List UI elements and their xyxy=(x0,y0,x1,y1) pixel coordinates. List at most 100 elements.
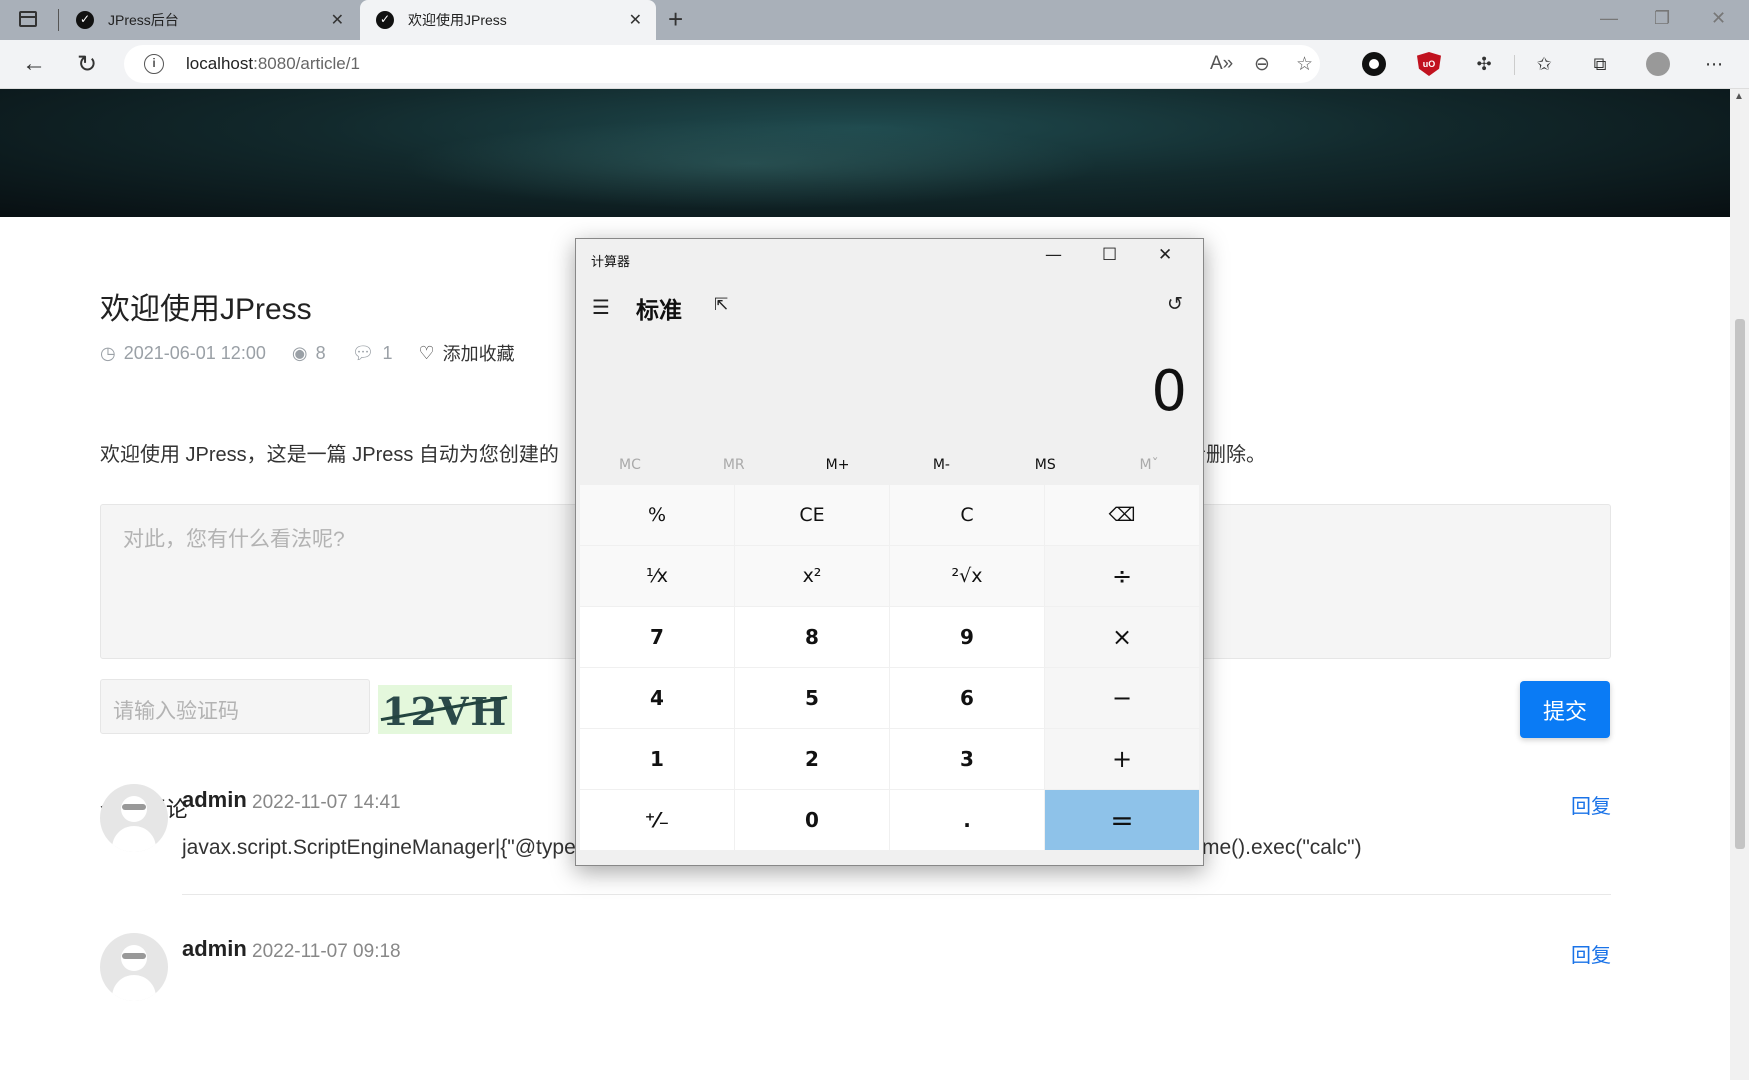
scroll-up-icon[interactable]: ▲ xyxy=(1734,91,1744,102)
article-date: ◷ 2021-06-01 12:00 xyxy=(100,342,266,363)
restore-window-icon[interactable]: ❐ xyxy=(1654,8,1670,29)
heart-icon: ♡ xyxy=(418,342,435,363)
article-body: 欢迎使用 JPress，这是一篇 JPress 自动为您创建的 xyxy=(100,444,559,466)
comment-date: 2022-11-07 14:41 xyxy=(252,792,401,813)
percent-button[interactable]: % xyxy=(580,485,734,545)
close-window-icon[interactable]: ✕ xyxy=(1711,8,1726,29)
back-icon[interactable]: ← xyxy=(22,50,46,78)
calc-maximize-icon[interactable]: ☐ xyxy=(1102,245,1117,265)
article-title: 欢迎使用JPress xyxy=(100,293,312,326)
clock-icon: ◷ xyxy=(100,342,116,363)
memory-row: MC MR M+ M- MS Mˇ xyxy=(578,451,1201,479)
backspace-button[interactable]: ⌫ xyxy=(1045,485,1199,545)
reciprocal-button[interactable]: ¹⁄x xyxy=(580,546,734,606)
m-plus-button[interactable]: M+ xyxy=(786,451,890,479)
profile-avatar-icon[interactable] xyxy=(1646,52,1670,76)
three-button[interactable]: 3 xyxy=(890,729,1044,789)
ms-button[interactable]: MS xyxy=(993,451,1097,479)
square-button[interactable]: x² xyxy=(735,546,889,606)
favorites-icon[interactable]: ✩ xyxy=(1532,52,1556,76)
toolbar-separator xyxy=(1514,55,1515,75)
keep-on-top-icon[interactable]: ⇱ xyxy=(714,295,728,315)
article-comment-count: 💬︎ 1 xyxy=(351,342,393,363)
multiply-button[interactable]: × xyxy=(1045,607,1199,667)
comment-author: admin xyxy=(182,787,247,812)
tab-actions-icon[interactable] xyxy=(19,11,37,27)
divide-button[interactable]: ÷ xyxy=(1045,546,1199,606)
minimize-window-icon[interactable]: — xyxy=(1600,8,1618,29)
close-tab-icon[interactable]: ✕ xyxy=(331,10,344,30)
add-favorite-link[interactable]: ♡ 添加收藏 xyxy=(418,340,514,366)
seven-button[interactable]: 7 xyxy=(580,607,734,667)
extensions-icon[interactable]: ✣ xyxy=(1472,52,1496,76)
refresh-icon[interactable]: ↻ xyxy=(77,50,97,79)
calculator-title: 计算器 xyxy=(591,255,631,270)
decimal-button[interactable]: . xyxy=(890,790,1044,850)
mc-button[interactable]: MC xyxy=(578,451,682,479)
reply-link[interactable]: 回复 xyxy=(1571,939,1611,968)
jpress-favicon-icon xyxy=(376,11,394,29)
negate-button[interactable]: ⁺⁄₋ xyxy=(580,790,734,850)
tab-jpress-admin[interactable]: JPress后台 ✕ xyxy=(60,0,358,40)
page-scrollbar[interactable]: ▲ xyxy=(1730,89,1749,1080)
comment-icon: 💬︎ xyxy=(351,342,375,363)
clear-button[interactable]: C xyxy=(890,485,1044,545)
one-button[interactable]: 1 xyxy=(580,729,734,789)
four-button[interactable]: 4 xyxy=(580,668,734,728)
six-button[interactable]: 6 xyxy=(890,668,1044,728)
hero-banner-image xyxy=(0,89,1730,217)
address-toolbar: ← ↻ i localhost:8080/article/1 A» ⊖ ☆ uO… xyxy=(0,40,1749,89)
tab-welcome[interactable]: 欢迎使用JPress ✕ xyxy=(360,0,656,40)
tab-separator xyxy=(58,9,59,31)
calculator-mode: 标准 xyxy=(636,298,682,324)
url-text[interactable]: localhost:8080/article/1 xyxy=(186,54,360,74)
address-bar[interactable]: i localhost:8080/article/1 A» ⊖ ☆ xyxy=(124,45,1320,83)
sqrt-button[interactable]: ²√x xyxy=(890,546,1044,606)
ublock-extension-icon[interactable]: uO xyxy=(1417,52,1441,76)
read-aloud-icon[interactable]: A» xyxy=(1210,53,1233,75)
eight-button[interactable]: 8 xyxy=(735,607,889,667)
eye-icon: ◉ xyxy=(291,342,308,363)
comment-placeholder: 对此，您有什么看法呢? xyxy=(123,528,345,551)
tab-title: 欢迎使用JPress xyxy=(408,12,507,28)
close-tab-icon[interactable]: ✕ xyxy=(629,10,642,30)
nine-button[interactable]: 9 xyxy=(890,607,1044,667)
zero-button[interactable]: 0 xyxy=(735,790,889,850)
avatar xyxy=(100,933,168,1001)
record-extension-icon[interactable] xyxy=(1362,52,1386,76)
scroll-thumb[interactable] xyxy=(1735,319,1745,849)
comment-date: 2022-11-07 09:18 xyxy=(252,941,401,962)
captcha-placeholder: 请输入验证码 xyxy=(113,700,239,723)
m-minus-button[interactable]: M- xyxy=(889,451,993,479)
add-favorite-icon[interactable]: ☆ xyxy=(1296,53,1313,76)
tab-title: JPress后台 xyxy=(108,12,179,28)
more-menu-icon[interactable]: ⋯ xyxy=(1702,52,1726,76)
plus-button[interactable]: + xyxy=(1045,729,1199,789)
jpress-favicon-icon xyxy=(76,11,94,29)
calculator-display: 0 xyxy=(1151,359,1187,424)
minus-button[interactable]: − xyxy=(1045,668,1199,728)
browser-tab-bar: JPress后台 ✕ 欢迎使用JPress ✕ + — ❐ ✕ xyxy=(0,0,1749,40)
calc-minimize-icon[interactable]: — xyxy=(1045,245,1062,265)
comment-author: admin xyxy=(182,936,247,961)
equals-button[interactable]: = xyxy=(1045,790,1199,850)
two-button[interactable]: 2 xyxy=(735,729,889,789)
collections-icon[interactable]: ⧉ xyxy=(1588,52,1612,76)
memory-list-button[interactable]: Mˇ xyxy=(1097,451,1201,479)
calculator-window[interactable]: 计算器 — ☐ ✕ ☰ 标准 ⇱ ↺ 0 MC MR M+ M- MS Mˇ %… xyxy=(575,238,1204,866)
calc-close-icon[interactable]: ✕ xyxy=(1158,245,1172,265)
history-icon[interactable]: ↺ xyxy=(1167,293,1183,315)
site-info-icon[interactable]: i xyxy=(144,54,164,74)
new-tab-icon[interactable]: + xyxy=(668,4,683,35)
reply-link[interactable]: 回复 xyxy=(1571,790,1611,819)
mr-button[interactable]: MR xyxy=(682,451,786,479)
ce-button[interactable]: CE xyxy=(735,485,889,545)
captcha-image[interactable]: 12VH xyxy=(378,685,512,734)
avatar xyxy=(100,784,168,852)
captcha-input[interactable]: 请输入验证码 xyxy=(100,679,370,734)
five-button[interactable]: 5 xyxy=(735,668,889,728)
zoom-out-icon[interactable]: ⊖ xyxy=(1254,53,1270,76)
article-views: ◉ 8 xyxy=(291,342,326,363)
hamburger-menu-icon[interactable]: ☰ xyxy=(592,295,610,319)
submit-comment-button[interactable]: 提交 xyxy=(1520,681,1610,738)
